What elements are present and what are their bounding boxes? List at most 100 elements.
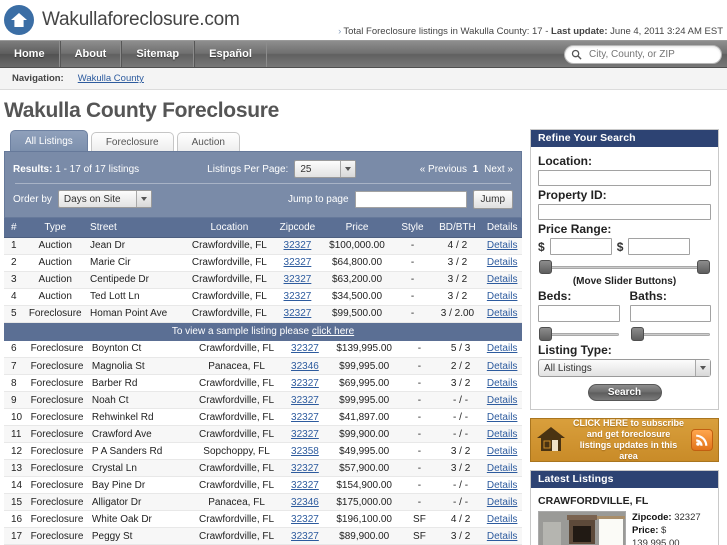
listing-zipcode-link-anchor[interactable]: 32327 [284, 291, 312, 302]
listing-details-link[interactable]: Details [482, 375, 522, 392]
listing-details-link-anchor[interactable]: Details [487, 463, 518, 474]
listing-details-link-anchor[interactable]: Details [487, 395, 518, 406]
order-by-select[interactable]: Days on Site [58, 190, 152, 208]
tab-foreclosure[interactable]: Foreclosure [91, 132, 174, 151]
header-search-box[interactable] [564, 45, 722, 64]
jump-to-page-input[interactable] [355, 191, 467, 208]
subscribe-banner[interactable]: CLICK HERE to subscribe and get foreclos… [530, 418, 719, 462]
price-max-input[interactable] [628, 238, 690, 255]
listing-zipcode-link-anchor[interactable]: 32327 [291, 429, 319, 440]
current-page-number[interactable]: 1 [473, 164, 479, 175]
table-row[interactable]: 4AuctionTed Lott LnCrawfordville, FL3232… [4, 288, 522, 305]
table-row[interactable]: 14ForeclosureBay Pine DrCrawfordville, F… [4, 477, 522, 494]
search-input[interactable] [587, 48, 715, 61]
listing-zipcode-link[interactable]: 32327 [282, 460, 329, 477]
listing-zipcode-link-anchor[interactable]: 32327 [291, 480, 319, 491]
listing-details-link-anchor[interactable]: Details [487, 531, 518, 542]
listing-details-link-anchor[interactable]: Details [487, 412, 518, 423]
property-id-input[interactable] [538, 204, 711, 220]
table-row[interactable]: 5ForeclosureHoman Point AveCrawfordville… [4, 305, 522, 322]
listing-details-link[interactable]: Details [482, 254, 522, 271]
jump-button[interactable]: Jump [473, 190, 513, 209]
listing-zipcode-link[interactable]: 32327 [282, 511, 329, 528]
listing-zipcode-link[interactable]: 32327 [273, 271, 321, 288]
listing-zipcode-link-anchor[interactable]: 32327 [291, 514, 319, 525]
nav-item-home[interactable]: Home [0, 41, 60, 67]
table-row[interactable]: 3AuctionCentipede DrCrawfordville, FL323… [4, 271, 522, 288]
listing-details-link-anchor[interactable]: Details [487, 446, 518, 457]
listing-zipcode-link-anchor[interactable]: 32358 [291, 446, 319, 457]
table-row[interactable]: 8ForeclosureBarber RdCrawfordville, FL32… [4, 375, 522, 392]
listing-zipcode-link[interactable]: 32327 [282, 392, 329, 409]
refine-search-button[interactable]: Search [588, 384, 662, 401]
listing-zipcode-link[interactable]: 32327 [273, 237, 321, 254]
listing-zipcode-link[interactable]: 32327 [273, 305, 321, 322]
listing-details-link[interactable]: Details [482, 271, 522, 288]
listing-details-link-anchor[interactable]: Details [487, 308, 518, 319]
listing-zipcode-link[interactable]: 32346 [282, 494, 329, 511]
listing-zipcode-link[interactable]: 32327 [282, 375, 329, 392]
sample-listing-link[interactable]: click here [312, 326, 354, 337]
listing-details-link[interactable]: Details [482, 477, 522, 494]
listing-details-link-anchor[interactable]: Details [487, 480, 518, 491]
table-row[interactable]: 12ForeclosureP A Sanders RdSopchoppy, FL… [4, 443, 522, 460]
table-row[interactable]: 13ForeclosureCrystal LnCrawfordville, FL… [4, 460, 522, 477]
listing-details-link-anchor[interactable]: Details [487, 514, 518, 525]
property-photo[interactable] [538, 511, 626, 545]
table-row[interactable]: 11ForeclosureCrawford AveCrawfordville, … [4, 426, 522, 443]
listing-details-link-anchor[interactable]: Details [487, 291, 518, 302]
beds-input[interactable] [538, 305, 620, 322]
listing-details-link[interactable]: Details [482, 341, 522, 358]
price-min-input[interactable] [550, 238, 612, 255]
listing-zipcode-link[interactable]: 32327 [282, 528, 329, 545]
table-row[interactable]: 1AuctionJean DrCrawfordville, FL32327$10… [4, 237, 522, 254]
breadcrumb-link-wakulla-county[interactable]: Wakulla County [78, 73, 144, 84]
column-header-zipcode[interactable]: Zipcode [273, 218, 321, 237]
baths-slider-knob[interactable] [631, 327, 644, 341]
listing-zipcode-link[interactable]: 32327 [282, 426, 329, 443]
listing-details-link[interactable]: Details [482, 528, 522, 545]
location-input[interactable] [538, 170, 711, 186]
tab-auction[interactable]: Auction [177, 132, 240, 151]
nav-item-about[interactable]: About [60, 41, 122, 67]
price-range-slider[interactable] [539, 260, 710, 274]
listing-details-link-anchor[interactable]: Details [487, 343, 518, 354]
column-header-location[interactable]: Location [185, 218, 273, 237]
rss-icon[interactable] [691, 429, 713, 451]
column-header-bd-bth[interactable]: BD/BTH [432, 218, 482, 237]
listing-zipcode-link-anchor[interactable]: 32327 [284, 257, 312, 268]
listing-details-link[interactable]: Details [482, 305, 522, 322]
listing-zipcode-link[interactable]: 32327 [282, 477, 329, 494]
baths-input[interactable] [630, 305, 712, 322]
listing-details-link[interactable]: Details [482, 426, 522, 443]
listing-type-select[interactable]: All Listings [538, 359, 711, 377]
listing-zipcode-link-anchor[interactable]: 32327 [291, 531, 319, 542]
listing-zipcode-link[interactable]: 32327 [273, 254, 321, 271]
listing-details-link[interactable]: Details [482, 392, 522, 409]
beds-slider-knob[interactable] [539, 327, 552, 341]
listing-zipcode-link[interactable]: 32346 [282, 358, 329, 375]
baths-slider[interactable] [631, 327, 711, 341]
table-row[interactable]: 15ForeclosureAlligator DrPanacea, FL3234… [4, 494, 522, 511]
listing-details-link[interactable]: Details [482, 288, 522, 305]
listing-details-link[interactable]: Details [482, 409, 522, 426]
listing-zipcode-link[interactable]: 32327 [273, 288, 321, 305]
table-row[interactable]: 6ForeclosureBoynton CtCrawfordville, FL3… [4, 341, 522, 358]
table-row[interactable]: 10ForeclosureRehwinkel RdCrawfordville, … [4, 409, 522, 426]
listing-zipcode-link-anchor[interactable]: 32346 [291, 361, 319, 372]
listings-per-page-select[interactable]: 25 [294, 160, 356, 178]
listing-details-link[interactable]: Details [482, 460, 522, 477]
listing-details-link-anchor[interactable]: Details [487, 257, 518, 268]
listing-details-link-anchor[interactable]: Details [487, 378, 518, 389]
listing-details-link[interactable]: Details [482, 494, 522, 511]
listing-zipcode-link-anchor[interactable]: 32327 [291, 343, 319, 354]
column-header-number[interactable]: # [4, 218, 24, 237]
tab-all-listings[interactable]: All Listings [10, 130, 88, 151]
logo[interactable]: Wakullaforeclosure.com [4, 5, 240, 35]
listing-zipcode-link[interactable]: 32327 [282, 341, 329, 358]
table-row[interactable]: 2AuctionMarie CirCrawfordville, FL32327$… [4, 254, 522, 271]
listing-details-link-anchor[interactable]: Details [487, 429, 518, 440]
listing-zipcode-link-anchor[interactable]: 32327 [284, 308, 312, 319]
column-header-price[interactable]: Price [322, 218, 393, 237]
listing-zipcode-link[interactable]: 32358 [282, 443, 329, 460]
